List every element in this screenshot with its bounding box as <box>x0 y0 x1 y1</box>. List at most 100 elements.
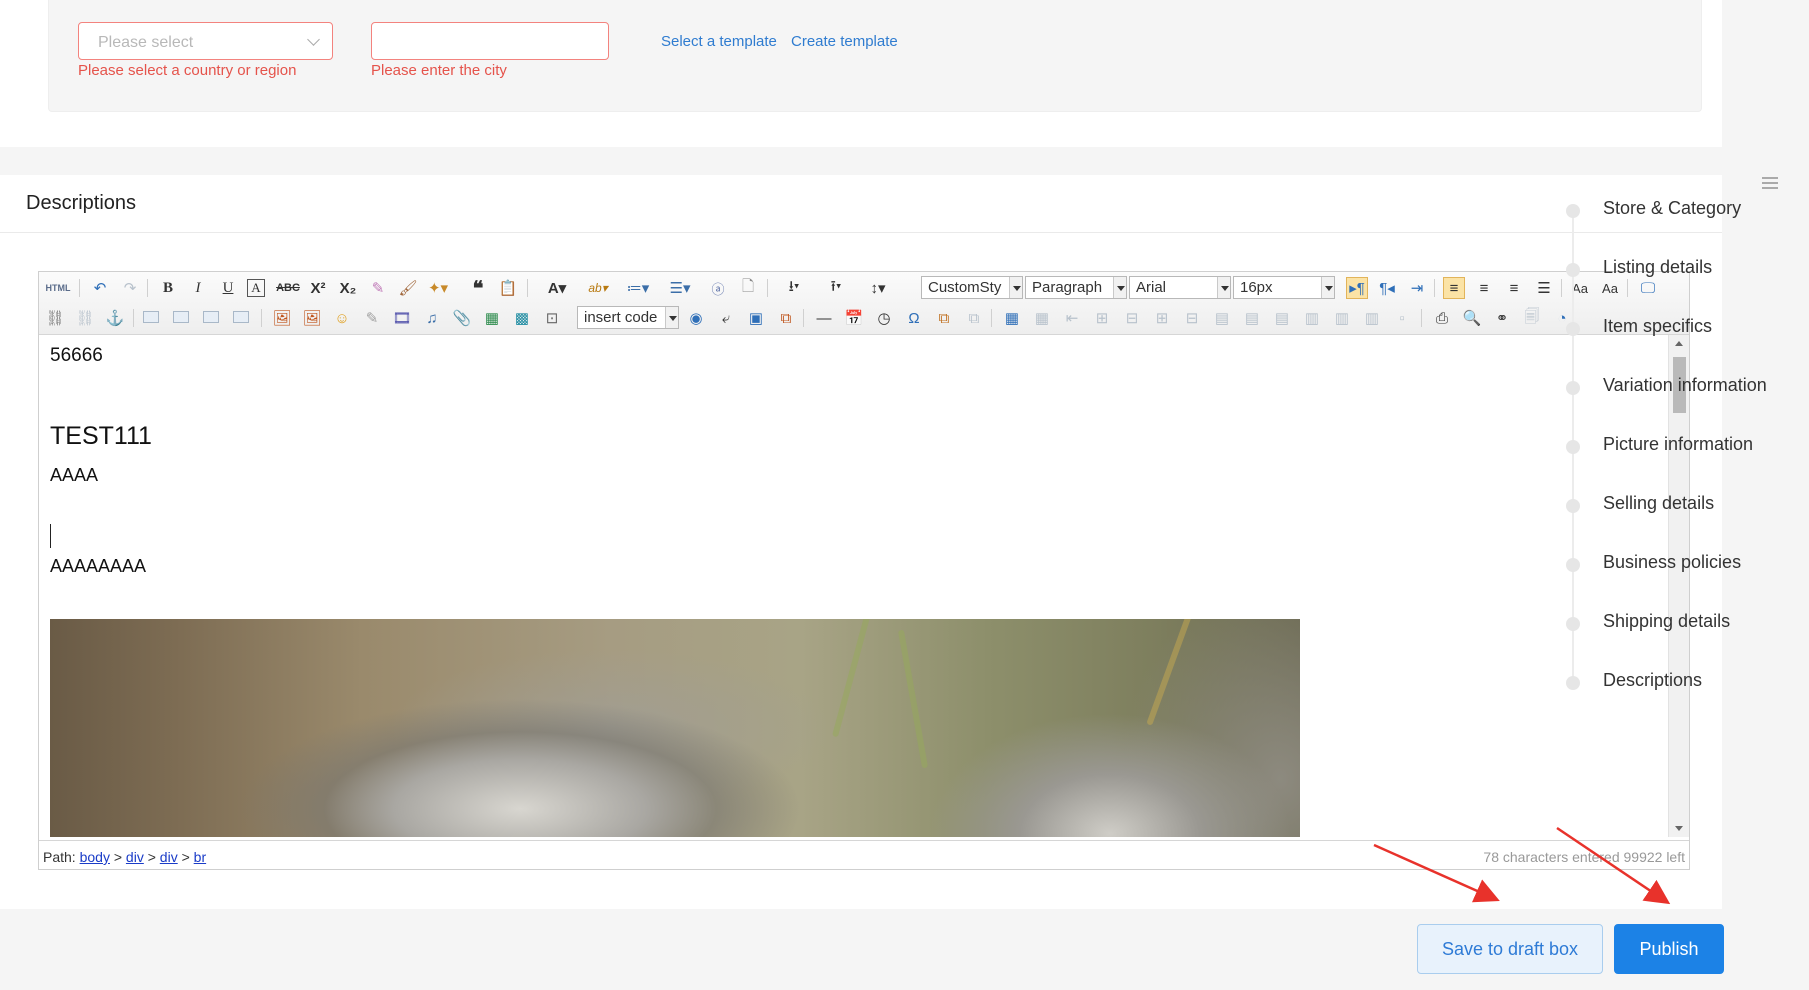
create-template-link[interactable]: Create template <box>791 33 898 50</box>
path-item-div[interactable]: div <box>126 849 144 865</box>
city-error: Please enter the city <box>371 62 507 79</box>
insert-frame-icon[interactable]: ⊡ <box>541 307 563 329</box>
split-cols-icon[interactable]: ▥ <box>1361 307 1383 329</box>
ordered-list-icon[interactable]: ≔▾ <box>621 277 655 299</box>
publish-button[interactable]: Publish <box>1614 924 1724 974</box>
line-height-icon[interactable]: ↕▾ <box>861 277 895 299</box>
anchor-text-icon[interactable]: ⓐ <box>707 277 729 299</box>
date-icon[interactable]: 📅 <box>843 307 865 329</box>
indent-icon[interactable]: ⇥ <box>1406 277 1428 299</box>
menu-icon[interactable] <box>1762 177 1778 189</box>
attachment-icon[interactable]: 📎 <box>451 307 473 329</box>
horizontal-rule-icon[interactable]: — <box>813 307 835 329</box>
drafts-icon[interactable]: 🗐 <box>1521 307 1543 329</box>
unlink-icon[interactable]: ⛓ <box>74 307 96 329</box>
font-color-icon[interactable]: A▾ <box>541 277 573 299</box>
link-icon[interactable]: ⛓ <box>44 307 66 329</box>
blockquote-icon[interactable]: ❝ <box>467 277 489 300</box>
background-icon[interactable]: ⧉ <box>775 307 797 329</box>
subscript-icon[interactable]: X₂ <box>337 277 359 299</box>
preview-icon[interactable]: 🔍 <box>1461 307 1483 329</box>
webapp-icon[interactable]: ◉ <box>685 307 707 329</box>
redo-icon[interactable]: ↷ <box>119 277 141 299</box>
font-size-select[interactable]: 16px <box>1233 276 1335 299</box>
search-replace-binoculars-icon[interactable]: ⚭ <box>1491 307 1513 329</box>
country-error: Please select a country or region <box>78 62 297 79</box>
insert-video-icon[interactable]: 🎞 <box>391 307 413 329</box>
koala-image[interactable] <box>50 619 1300 837</box>
toolbar-row-2: ⛓ ⛓ ⚓ 🖼 🖼 ☺ ✎ 🎞 ♫ 📎 ▦ ▩ ⊡ insert code ◉ … <box>39 302 1689 332</box>
insert-paragraph-before-table-icon[interactable]: ⇤ <box>1061 307 1083 329</box>
split-rows-icon[interactable]: ▥ <box>1331 307 1353 329</box>
merge-right-icon[interactable]: ▤ <box>1241 307 1263 329</box>
merge-cells-icon[interactable]: ▤ <box>1211 307 1233 329</box>
page-break-icon[interactable]: 🗋 <box>737 277 759 299</box>
toolbar-separator <box>1434 279 1435 297</box>
undo-icon[interactable]: ↶ <box>89 277 111 299</box>
ltr-direction-icon[interactable]: ▸¶ <box>1346 277 1368 299</box>
music-icon[interactable]: ♫ <box>421 307 443 329</box>
row-spacing-top-icon[interactable]: ⭳▾ <box>777 277 811 299</box>
scrawl-icon[interactable]: ✎ <box>361 307 383 329</box>
rtl-direction-icon[interactable]: ¶◂ <box>1376 277 1398 299</box>
save-draft-button[interactable]: Save to draft box <box>1417 924 1603 974</box>
template-icon[interactable]: ▣ <box>745 307 767 329</box>
unordered-list-icon[interactable]: ☰▾ <box>663 277 697 299</box>
select-template-link[interactable]: Select a template <box>661 33 777 50</box>
pagebreak-icon[interactable]: ⤶ <box>715 307 737 329</box>
path-item-body[interactable]: body <box>80 849 110 865</box>
paste-plain-icon[interactable]: 📋 <box>497 277 519 299</box>
html-source-button[interactable]: HTML <box>44 277 72 299</box>
italic-icon[interactable]: I <box>187 277 209 299</box>
delete-row-icon[interactable]: ⊟ <box>1121 307 1143 329</box>
custom-style-select[interactable]: CustomSty <box>921 276 1023 299</box>
image-none-icon[interactable] <box>143 311 159 323</box>
delete-col-icon[interactable]: ⊟ <box>1181 307 1203 329</box>
gmap-icon[interactable]: ▩ <box>511 307 533 329</box>
search-replace-icon[interactable]: ⧉ <box>933 307 955 329</box>
bold-icon[interactable]: B <box>157 277 179 299</box>
chart-icon[interactable]: ▫ <box>1391 307 1413 329</box>
time-icon[interactable]: ◷ <box>873 307 895 329</box>
insert-row-icon[interactable]: ⊞ <box>1091 307 1113 329</box>
special-chars-icon[interactable]: Ω <box>903 307 925 329</box>
path-item-div[interactable]: div <box>160 849 178 865</box>
editor-content-area[interactable]: 56666 TEST111 AAAA AAAAAAAA <box>39 335 1666 837</box>
scroll-down-icon[interactable] <box>1675 826 1683 831</box>
highlight-color-icon[interactable]: ab▾ <box>581 277 615 299</box>
eraser-icon[interactable]: ✎ <box>367 277 389 299</box>
insert-image-icon[interactable]: 🖼 <box>301 307 323 329</box>
strikethrough-icon[interactable]: ABC <box>276 277 300 299</box>
row-spacing-bottom-icon[interactable]: ⭱▾ <box>819 277 853 299</box>
path-label: Path: <box>43 849 76 865</box>
format-painter-icon[interactable]: 🖌 <box>397 277 419 299</box>
path-item-br[interactable]: br <box>194 849 206 865</box>
delete-table-icon[interactable]: ▦ <box>1031 307 1053 329</box>
align-left-icon[interactable]: ≡ <box>1443 277 1465 299</box>
country-select[interactable]: Please select <box>78 22 333 60</box>
print-icon[interactable]: ⎙ <box>1431 307 1453 329</box>
underline-icon[interactable]: U <box>217 277 239 299</box>
simple-upload-icon[interactable]: 🖼 <box>271 307 293 329</box>
merge-down-icon[interactable]: ▤ <box>1271 307 1293 329</box>
insert-table-icon[interactable]: ▦ <box>1001 307 1023 329</box>
align-right-icon[interactable]: ≡ <box>1503 277 1525 299</box>
anchor-icon[interactable]: ⚓ <box>104 307 126 329</box>
city-input[interactable] <box>371 22 609 60</box>
map-icon[interactable]: ▦ <box>481 307 503 329</box>
font-border-icon[interactable]: A <box>247 279 265 297</box>
image-center-icon[interactable] <box>233 311 249 323</box>
align-justify-icon[interactable]: ☰ <box>1533 277 1555 299</box>
font-family-select[interactable]: Arial <box>1129 276 1231 299</box>
word-image-icon[interactable]: ⧉ <box>963 307 985 329</box>
auto-format-icon[interactable]: ✦▾ <box>427 277 449 299</box>
superscript-icon[interactable]: X² <box>307 277 329 299</box>
insert-code-select[interactable]: insert code <box>577 306 679 329</box>
image-right-icon[interactable] <box>203 311 219 323</box>
paragraph-select[interactable]: Paragraph <box>1025 276 1127 299</box>
insert-col-icon[interactable]: ⊞ <box>1151 307 1173 329</box>
split-cells-icon[interactable]: ▥ <box>1301 307 1323 329</box>
image-left-icon[interactable] <box>173 311 189 323</box>
align-center-icon[interactable]: ≡ <box>1473 277 1495 299</box>
emotion-icon[interactable]: ☺ <box>331 307 353 329</box>
